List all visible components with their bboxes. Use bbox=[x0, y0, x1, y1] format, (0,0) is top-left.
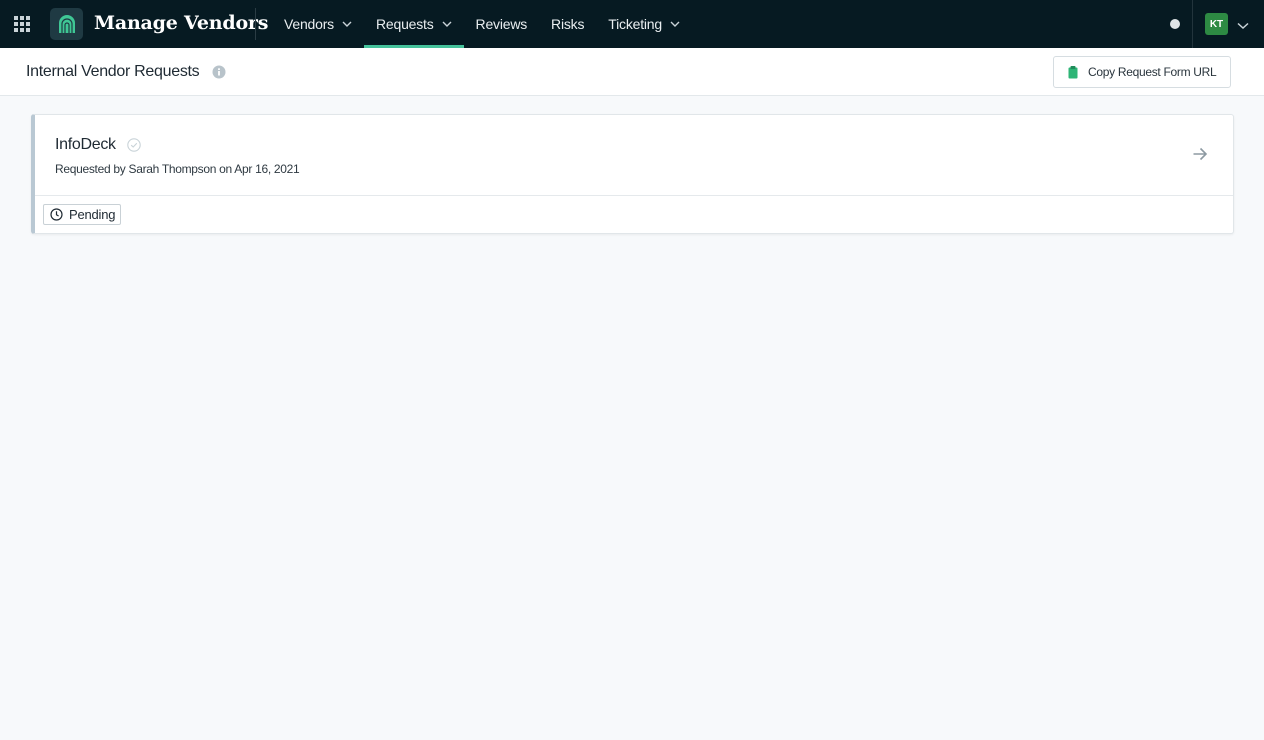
top-navigation-bar: Manage Vendors Vendors Requests Reviews … bbox=[0, 0, 1264, 48]
status-badge: Pending bbox=[43, 204, 122, 225]
arch-logo-icon bbox=[58, 15, 75, 33]
user-menu-chevron-icon[interactable] bbox=[1237, 17, 1249, 35]
chevron-down-icon bbox=[442, 21, 452, 27]
nav-item-risks[interactable]: Risks bbox=[539, 0, 596, 48]
info-icon[interactable] bbox=[212, 65, 226, 84]
status-label: Pending bbox=[69, 207, 116, 222]
clock-icon bbox=[50, 208, 63, 221]
nav-item-label: Ticketing bbox=[608, 16, 662, 32]
vendor-name: InfoDeck bbox=[55, 136, 116, 153]
page-title: Internal Vendor Requests bbox=[26, 63, 200, 80]
main-nav: Vendors Requests Reviews Risks Ticketing bbox=[272, 0, 692, 48]
copy-request-form-url-button[interactable]: Copy Request Form URL bbox=[1053, 56, 1231, 88]
request-card: InfoDeck Requested by Sarah Thompson on … bbox=[31, 114, 1234, 234]
nav-item-ticketing[interactable]: Ticketing bbox=[596, 0, 692, 48]
user-divider bbox=[1192, 0, 1193, 48]
title-divider bbox=[255, 8, 256, 40]
user-avatar[interactable]: KT bbox=[1205, 13, 1228, 35]
arrow-right-icon[interactable] bbox=[1192, 146, 1208, 167]
nav-item-reviews[interactable]: Reviews bbox=[464, 0, 540, 48]
nav-item-requests[interactable]: Requests bbox=[363, 0, 464, 48]
nav-item-label: Vendors bbox=[284, 16, 334, 32]
check-circle-icon bbox=[127, 138, 141, 157]
card-divider bbox=[35, 195, 1233, 196]
request-card-link[interactable]: InfoDeck Requested by Sarah Thompson on … bbox=[35, 115, 1233, 195]
app-grid-icon[interactable] bbox=[14, 16, 30, 32]
requested-by-text: Requested by Sarah Thompson on Apr 16, 2… bbox=[55, 162, 300, 176]
copy-button-label: Copy Request Form URL bbox=[1088, 65, 1217, 79]
clipboard-icon bbox=[1068, 65, 1078, 79]
chevron-down-icon bbox=[670, 21, 680, 27]
chevron-down-icon bbox=[342, 21, 352, 27]
nav-item-vendors[interactable]: Vendors bbox=[272, 0, 364, 48]
nav-item-label: Risks bbox=[551, 16, 585, 32]
status-dot-icon bbox=[1170, 19, 1180, 29]
app-logo[interactable] bbox=[50, 8, 83, 40]
page-header: Internal Vendor Requests Copy Request Fo… bbox=[0, 48, 1264, 96]
nav-item-label: Reviews bbox=[475, 16, 528, 32]
nav-item-label: Requests bbox=[375, 16, 434, 32]
app-title: Manage Vendors bbox=[94, 12, 269, 34]
